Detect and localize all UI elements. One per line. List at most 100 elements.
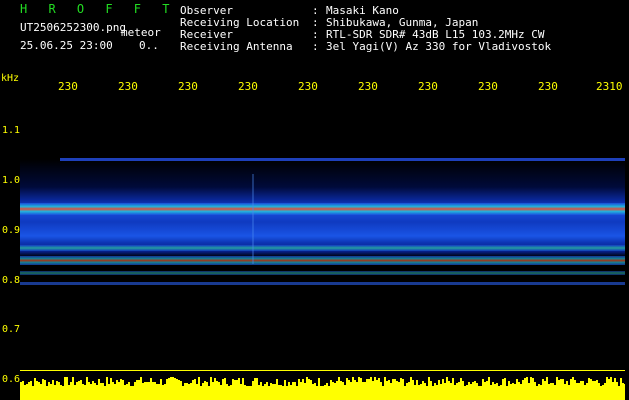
level-bar xyxy=(142,383,144,400)
level-bar xyxy=(570,379,572,400)
level-bar xyxy=(140,377,142,400)
level-bar xyxy=(552,383,554,400)
level-bar xyxy=(564,384,566,400)
level-bar xyxy=(378,378,380,400)
level-bar xyxy=(282,386,284,400)
level-bar xyxy=(616,382,618,400)
level-bar xyxy=(594,381,596,400)
level-bar xyxy=(148,382,150,400)
level-bar xyxy=(284,380,286,400)
level-bar xyxy=(54,385,56,400)
x-tick: 230 xyxy=(298,80,318,93)
level-bar xyxy=(310,380,312,400)
level-bar xyxy=(206,382,208,400)
level-bar xyxy=(134,382,136,400)
level-bar xyxy=(512,383,514,400)
file-name: UT2506252300.png xyxy=(20,21,126,34)
level-bar xyxy=(622,383,624,400)
level-bar xyxy=(382,386,384,400)
x-tick: 230 xyxy=(58,80,78,93)
level-bar xyxy=(602,385,604,400)
y-tick: 0.9 xyxy=(2,225,21,236)
level-bar xyxy=(428,377,430,400)
level-bar xyxy=(298,379,300,400)
level-bar xyxy=(162,385,164,400)
level-bar xyxy=(370,377,372,400)
level-bar xyxy=(166,379,168,400)
level-bar xyxy=(350,382,352,400)
level-bar xyxy=(146,382,148,400)
level-bar xyxy=(226,384,228,400)
level-bar xyxy=(500,385,502,400)
level-bar xyxy=(490,385,492,400)
level-bar xyxy=(360,378,362,400)
level-bar xyxy=(262,386,264,400)
level-bar xyxy=(362,382,364,400)
level-bar xyxy=(398,382,400,400)
level-bar xyxy=(224,378,226,400)
level-bar xyxy=(392,379,394,400)
level-bar xyxy=(240,384,242,400)
level-bar xyxy=(122,380,124,400)
level-bar xyxy=(470,384,472,400)
level-bar xyxy=(132,386,134,400)
level-bar xyxy=(520,384,522,400)
level-bar xyxy=(508,381,510,400)
level-bar xyxy=(438,380,440,400)
level-bar xyxy=(568,385,570,400)
level-bar xyxy=(160,379,162,400)
level-bar xyxy=(62,386,64,400)
level-bar xyxy=(88,382,90,400)
level-bar xyxy=(484,382,486,400)
level-bar xyxy=(300,382,302,400)
level-bar xyxy=(396,381,398,400)
level-bar xyxy=(126,384,128,400)
level-bar xyxy=(186,383,188,400)
level-bar xyxy=(450,383,452,400)
level-bar xyxy=(312,384,314,400)
level-bar xyxy=(158,384,160,400)
info-label-antenna: Receiving Antenna xyxy=(180,40,293,53)
level-bar xyxy=(190,383,192,400)
level-bar xyxy=(174,378,176,400)
level-bar xyxy=(354,380,356,400)
level-bar xyxy=(138,380,140,400)
level-bar xyxy=(82,384,84,400)
level-bar xyxy=(332,382,334,400)
level-bar xyxy=(566,381,568,400)
spectrogram xyxy=(20,99,625,400)
level-bar xyxy=(416,380,418,400)
level-bar xyxy=(356,382,358,400)
carrier-band xyxy=(20,203,625,215)
level-bar xyxy=(204,381,206,400)
level-bar xyxy=(542,379,544,400)
level-bar xyxy=(292,382,294,400)
level-bar xyxy=(98,379,100,400)
level-bar xyxy=(394,379,396,400)
level-bar xyxy=(254,378,256,400)
level-bar xyxy=(536,386,538,400)
level-bar xyxy=(318,378,320,400)
level-bar xyxy=(238,378,240,400)
level-bar xyxy=(52,380,54,400)
level-bar xyxy=(554,385,556,400)
level-bar xyxy=(236,380,238,400)
level-bar xyxy=(408,382,410,400)
band xyxy=(20,271,625,275)
level-bar xyxy=(100,383,102,400)
level-bar xyxy=(36,381,38,400)
level-bar xyxy=(576,383,578,400)
level-bar xyxy=(118,382,120,400)
level-bar xyxy=(164,384,166,400)
level-bar xyxy=(326,383,328,400)
level-bar xyxy=(388,380,390,400)
level-bar xyxy=(214,378,216,400)
level-bar xyxy=(202,383,204,400)
level-bar xyxy=(276,379,278,400)
level-bar xyxy=(436,385,438,400)
level-bar xyxy=(574,380,576,400)
level-bar xyxy=(38,382,40,400)
level-bar xyxy=(336,381,338,400)
level-bar xyxy=(110,378,112,400)
level-bar xyxy=(514,384,516,400)
